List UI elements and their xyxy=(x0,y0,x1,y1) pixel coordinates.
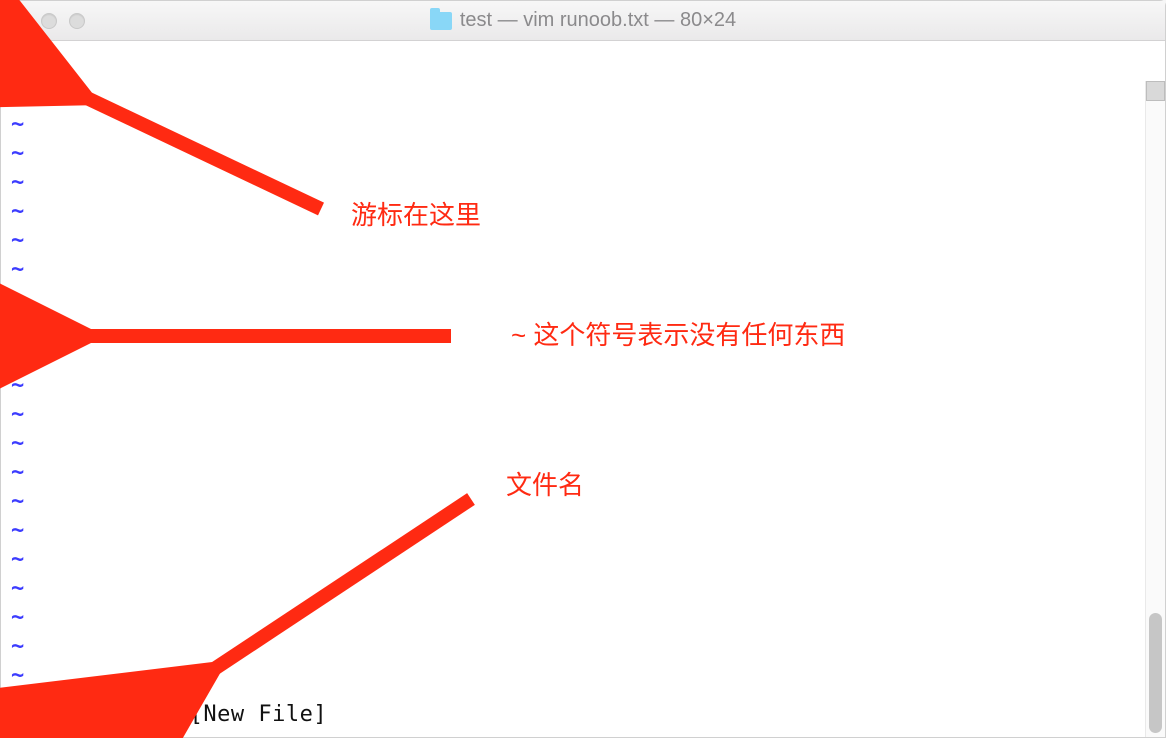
empty-line-tilde: ~ xyxy=(11,342,24,371)
close-button[interactable] xyxy=(13,13,29,29)
titlebar: test — vim runoob.txt — 80×24 xyxy=(1,1,1165,41)
annotation-label-cursor: 游标在这里 xyxy=(351,201,481,230)
empty-line-tilde: ~ xyxy=(11,603,24,632)
empty-line-tilde: ~ xyxy=(11,487,24,516)
scrollbar-thumb[interactable] xyxy=(1149,613,1162,733)
empty-line-tilde: ~ xyxy=(11,429,24,458)
annotation-arrow-filename xyxy=(151,481,491,711)
empty-line-tilde: ~ xyxy=(11,226,24,255)
empty-line-tilde: ~ xyxy=(11,458,24,487)
annotation-arrow-cursor xyxy=(21,61,341,231)
empty-line-tilde: ~ xyxy=(11,110,24,139)
terminal-body[interactable]: ~~~~~~~~~~~~~~~~~~~~~~ "runoob.txt" [New… xyxy=(1,41,1165,737)
title-center: test — vim runoob.txt — 80×24 xyxy=(1,9,1165,32)
empty-line-tilde: ~ xyxy=(11,371,24,400)
empty-line-tilde: ~ xyxy=(11,313,24,342)
maximize-button[interactable] xyxy=(69,13,85,29)
empty-line-tilde: ~ xyxy=(11,661,24,690)
terminal-window: test — vim runoob.txt — 80×24 ~~~~~~~~~~… xyxy=(0,0,1166,738)
scrollbar-track[interactable] xyxy=(1145,81,1165,737)
window-title: test — vim runoob.txt — 80×24 xyxy=(460,9,736,32)
folder-icon xyxy=(430,12,452,30)
vim-status-line: "runoob.txt" [New File] xyxy=(11,700,327,729)
empty-line-tilde: ~ xyxy=(11,168,24,197)
empty-line-tilde: ~ xyxy=(11,255,24,284)
text-cursor xyxy=(11,49,25,73)
scrollbar-marker xyxy=(1146,81,1165,101)
empty-line-tilde: ~ xyxy=(11,139,24,168)
empty-line-tilde: ~ xyxy=(11,516,24,545)
minimize-button[interactable] xyxy=(41,13,57,29)
empty-line-tilde: ~ xyxy=(11,284,24,313)
empty-line-tilde: ~ xyxy=(11,632,24,661)
annotation-arrow-tilde xyxy=(21,306,461,366)
empty-line-column: ~~~~~~~~~~~~~~~~~~~~~~ xyxy=(11,81,24,719)
empty-line-tilde: ~ xyxy=(11,81,24,110)
annotation-label-filename: 文件名 xyxy=(506,471,584,500)
annotation-label-tilde: ~ 这个符号表示没有任何东西 xyxy=(511,321,845,350)
empty-line-tilde: ~ xyxy=(11,197,24,226)
empty-line-tilde: ~ xyxy=(11,574,24,603)
empty-line-tilde: ~ xyxy=(11,400,24,429)
traffic-lights xyxy=(13,13,85,29)
empty-line-tilde: ~ xyxy=(11,545,24,574)
